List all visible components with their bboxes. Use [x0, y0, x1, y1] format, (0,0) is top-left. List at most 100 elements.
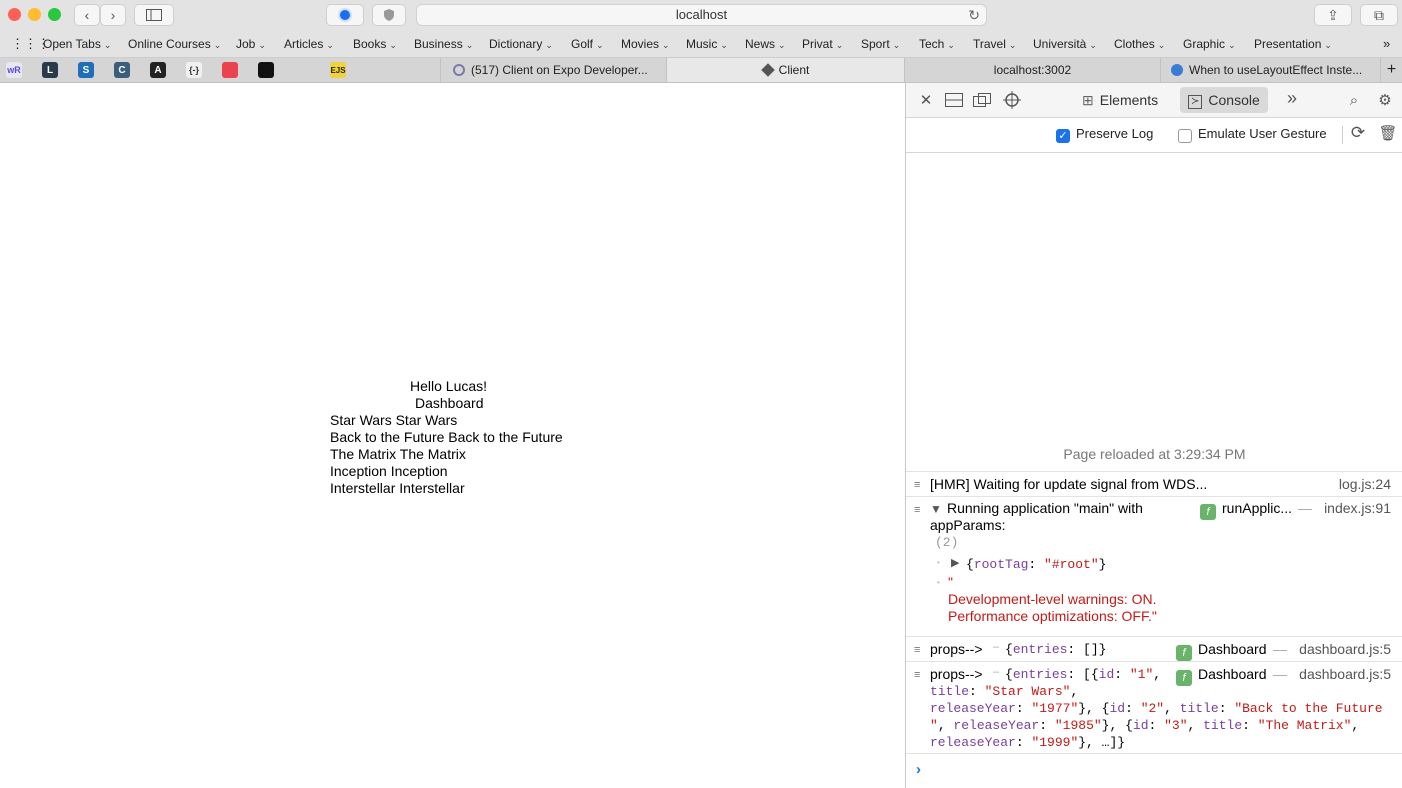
- address-bar[interactable]: localhost ↻: [416, 4, 987, 26]
- gear-icon[interactable]: ⚙: [1375, 91, 1395, 109]
- dc-favicon-icon: [1171, 64, 1183, 76]
- object-preview-line: {entries: [{id: "1",: [1005, 667, 1162, 682]
- pinned-tab-wr-icon[interactable]: wR: [6, 62, 22, 78]
- bookmark-folder[interactable]: Sport ⌄: [861, 37, 900, 51]
- pinned-tab-medium-icon[interactable]: [258, 62, 274, 78]
- source-link[interactable]: dashboard.js:5: [1299, 666, 1391, 682]
- bookmark-label: Travel: [973, 37, 1006, 51]
- source-link[interactable]: index.js:91: [1324, 500, 1391, 516]
- privacy-shield-button[interactable]: [372, 4, 406, 26]
- bookmark-folder[interactable]: Open Tabs ⌄: [43, 37, 111, 51]
- bookmark-label: Golf: [571, 37, 594, 51]
- plus-icon: +: [1386, 61, 1397, 78]
- bookmark-folder[interactable]: Tech ⌄: [919, 37, 955, 51]
- array-count: (2): [935, 535, 959, 550]
- object-preview: {entries: []}: [1005, 642, 1107, 657]
- tab-overview-button[interactable]: ⧉: [1360, 4, 1398, 26]
- tab-uselayouteffect[interactable]: When to useLayoutEffect Inste...: [1160, 58, 1380, 82]
- zoom-window-button[interactable]: [48, 8, 61, 21]
- reload-icon[interactable]: ↻: [968, 5, 980, 25]
- function-icon: f: [1176, 670, 1192, 686]
- bookmark-folder[interactable]: Business ⌄: [414, 37, 473, 51]
- element-picker-icon[interactable]: [1002, 91, 1022, 109]
- address-bar-url: localhost: [675, 7, 728, 22]
- bookmark-label: Graphic: [1183, 37, 1226, 51]
- console-prompt-icon[interactable]: ›: [916, 761, 921, 778]
- preserve-log-checkbox[interactable]: ✓: [1056, 129, 1070, 143]
- source-link[interactable]: dashboard.js:5: [1299, 641, 1391, 657]
- reload-page-icon[interactable]: ⟳: [1348, 123, 1368, 142]
- bookmark-folder[interactable]: Privat ⌄: [802, 37, 843, 51]
- bookmark-folder[interactable]: Books ⌄: [353, 37, 397, 51]
- bookmark-folder[interactable]: Presentation ⌄: [1254, 37, 1332, 51]
- tab-console[interactable]: ≻ Console: [1180, 87, 1268, 113]
- bookmark-folder[interactable]: News ⌄: [745, 37, 786, 51]
- list-item: Inception Inception: [330, 463, 448, 479]
- list-item: Star Wars Star Wars: [330, 412, 458, 428]
- pinned-tab-c-icon[interactable]: C: [114, 62, 130, 78]
- close-inspector-icon[interactable]: ✕: [916, 91, 936, 109]
- console-icon: ≻: [1188, 95, 1203, 109]
- clear-console-icon[interactable]: 🗑: [1378, 124, 1398, 142]
- bookmark-folder[interactable]: Job ⌄: [236, 37, 266, 51]
- dock-bottom-icon[interactable]: [944, 91, 964, 109]
- console-message[interactable]: ≡ props--> – {entries: [{id: "1", f Dashb…: [906, 661, 1402, 754]
- bookmark-folder[interactable]: Articles ⌄: [284, 37, 334, 51]
- separator: —: [1273, 641, 1287, 657]
- console-input[interactable]: [932, 759, 1392, 781]
- pinned-tab-lambda-icon[interactable]: A: [150, 62, 166, 78]
- chevron-down-icon: ⌄: [465, 40, 474, 50]
- bookmark-folder[interactable]: Dictionary ⌄: [489, 37, 553, 51]
- share-button[interactable]: ⇪: [1314, 4, 1352, 26]
- new-tab-button[interactable]: +: [1380, 58, 1402, 82]
- pinned-tab-l-icon[interactable]: L: [42, 62, 58, 78]
- source-link[interactable]: log.js:24: [1339, 476, 1391, 492]
- tab-localhost-3002[interactable]: localhost:3002: [904, 58, 1160, 82]
- log-level-icon: ≡: [914, 504, 921, 516]
- call-frame[interactable]: f Dashboard: [1176, 641, 1267, 661]
- emulate-gesture-checkbox[interactable]: [1178, 129, 1192, 143]
- detach-window-icon[interactable]: [972, 91, 992, 109]
- pinned-tab-openai-icon[interactable]: [222, 62, 238, 78]
- bookmark-folder[interactable]: Università ⌄: [1033, 37, 1097, 51]
- chevron-down-icon: ⌄: [1324, 40, 1332, 50]
- tab-elements[interactable]: ⊞ Elements: [1074, 87, 1166, 113]
- search-icon[interactable]: ⌕: [1344, 91, 1364, 109]
- bookmark-folder[interactable]: Movies ⌄: [621, 37, 670, 51]
- bookmark-folder[interactable]: Graphic ⌄: [1183, 37, 1236, 51]
- onepassword-extension-button[interactable]: [326, 4, 364, 26]
- pinned-tab-python-icon[interactable]: [366, 62, 382, 78]
- separator: –: [993, 641, 1000, 653]
- tab-expo-developer[interactable]: (517) Client on Expo Developer...: [440, 58, 666, 82]
- pinned-tab-ejs-icon[interactable]: EJS: [330, 62, 346, 78]
- pinned-tab-avatar-icon[interactable]: [402, 62, 418, 78]
- call-frame[interactable]: f runApplic...: [1200, 500, 1292, 520]
- disclosure-triangle-icon[interactable]: ▼: [930, 502, 942, 516]
- bookmark-folder[interactable]: Music ⌄: [686, 37, 728, 51]
- bookmark-folder[interactable]: Golf ⌄: [571, 37, 604, 51]
- tab-overview-icon: ⧉: [1374, 6, 1384, 23]
- bookmark-folder[interactable]: Travel ⌄: [973, 37, 1016, 51]
- back-button[interactable]: ‹: [74, 4, 100, 26]
- bookmark-folder[interactable]: Clothes ⌄: [1114, 37, 1165, 51]
- bookmark-folder[interactable]: Online Courses ⌄: [128, 37, 221, 51]
- close-window-button[interactable]: [8, 8, 21, 21]
- more-bookmarks-icon[interactable]: »: [1383, 36, 1390, 51]
- expand-triangle-icon[interactable]: ▶: [951, 556, 959, 569]
- pinned-tab-shirt-icon[interactable]: S: [78, 62, 94, 78]
- console-message[interactable]: ≡ [HMR] Waiting for update signal from W…: [906, 471, 1402, 496]
- chevron-down-icon: ⌄: [1157, 40, 1166, 50]
- forward-button[interactable]: ›: [100, 4, 126, 26]
- more-tabs-icon[interactable]: »: [1282, 88, 1302, 108]
- sidebar-button[interactable]: [134, 4, 174, 26]
- pinned-tab-github-icon[interactable]: [294, 62, 310, 78]
- object-preview: {rootTag: "#root"}: [966, 557, 1107, 572]
- greeting-text: Hello Lucas!: [410, 378, 488, 394]
- console-message[interactable]: ≡ props--> – {entries: []} f Dashboard — …: [906, 636, 1402, 661]
- minimize-window-button[interactable]: [28, 8, 41, 21]
- log-level-icon: ≡: [914, 479, 921, 491]
- tab-client[interactable]: Client: [666, 58, 904, 82]
- console-message[interactable]: ≡ ▼ Running application "main" with appP…: [906, 496, 1402, 636]
- call-frame[interactable]: f Dashboard: [1176, 666, 1267, 686]
- pinned-tab-braces-icon[interactable]: {-}: [186, 62, 202, 78]
